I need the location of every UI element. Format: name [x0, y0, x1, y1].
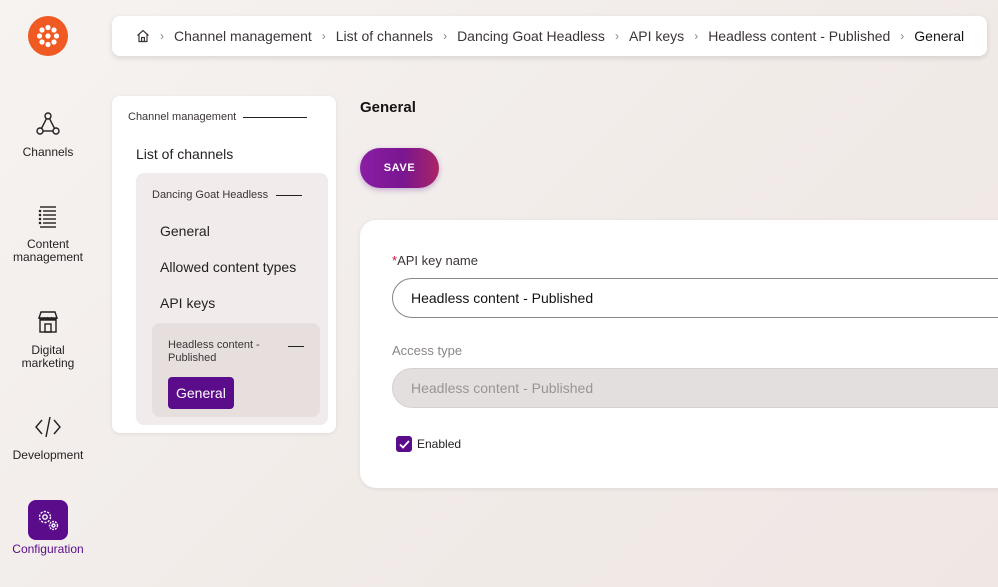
home-icon[interactable] [136, 29, 150, 43]
nav-item-label: Digital marketing [21, 343, 75, 370]
save-button[interactable]: SAVE [360, 148, 439, 188]
tree-item-general-selected[interactable]: General [168, 377, 234, 409]
chevron-right-icon: › [160, 29, 164, 43]
tree-group-api-key: Headless content - Published General [152, 323, 320, 417]
tree-item-general[interactable]: General [160, 223, 210, 239]
chevron-right-icon: › [900, 29, 905, 43]
breadcrumb-item-channel[interactable]: Dancing Goat Headless [457, 28, 605, 44]
breadcrumb: › Channel management › List of channels … [112, 16, 987, 56]
breadcrumb-item-channel-management[interactable]: Channel management [174, 28, 312, 44]
divider [243, 116, 308, 118]
chevron-right-icon: › [614, 29, 619, 43]
navigation-tree: Channel management List of channels Danc… [112, 96, 336, 433]
breadcrumb-item-api-keys[interactable]: API keys [629, 28, 684, 44]
cogwheels-icon [28, 500, 68, 540]
checkmark-icon[interactable] [396, 436, 412, 452]
tree-group-heading: Dancing Goat Headless [152, 189, 303, 201]
content-list-icon [34, 202, 62, 230]
api-key-name-label: *API key name [392, 253, 478, 268]
tree-heading-label: Channel management [128, 111, 237, 123]
nav-item-digital-marketing[interactable]: Digital marketing [0, 308, 96, 370]
tree-group-channel: Dancing Goat Headless General Allowed co… [136, 173, 328, 425]
enabled-label: Enabled [417, 437, 462, 451]
main-navigation-rail: Channels Content management Digital mark… [0, 0, 96, 587]
chevron-right-icon: › [694, 29, 699, 43]
nav-item-label: Development [12, 448, 84, 462]
tree-subgroup-heading: Headless content - Published [168, 339, 260, 364]
tree-section-heading: Channel management [128, 111, 308, 123]
access-type-field [392, 368, 998, 408]
breadcrumb-item-current: General [914, 28, 965, 44]
tree-item-list-of-channels[interactable]: List of channels [136, 146, 233, 162]
storefront-icon [34, 308, 62, 336]
breadcrumb-item-list-of-channels[interactable]: List of channels [336, 28, 433, 44]
enabled-checkbox[interactable]: Enabled [396, 436, 461, 452]
page-title: General [360, 99, 416, 116]
tree-item-api-keys[interactable]: API keys [160, 295, 215, 311]
kentico-logo-icon[interactable] [28, 16, 68, 56]
tree-item-allowed-content-types[interactable]: Allowed content types [160, 259, 296, 275]
nav-item-configuration[interactable]: Configuration [0, 500, 96, 556]
nav-item-label: Channels [22, 145, 74, 159]
nav-item-channels[interactable]: Channels [0, 110, 96, 159]
api-key-name-label-text: API key name [397, 253, 478, 268]
tree-group-heading-label: Dancing Goat Headless [152, 189, 269, 201]
channels-icon [34, 110, 62, 138]
nav-item-development[interactable]: Development [0, 413, 96, 462]
nav-item-label: Configuration [12, 542, 84, 556]
chevron-right-icon: › [321, 29, 326, 43]
access-type-label: Access type [392, 343, 463, 358]
breadcrumb-item-api-key[interactable]: Headless content - Published [708, 28, 890, 44]
divider [276, 194, 303, 196]
nav-item-label: Content management [12, 237, 84, 264]
code-icon [34, 413, 62, 441]
divider [288, 346, 304, 347]
nav-item-content-management[interactable]: Content management [0, 202, 96, 264]
chevron-right-icon: › [443, 29, 448, 43]
api-key-name-input[interactable] [392, 278, 998, 318]
form-card: *API key name Access type Enabled [360, 220, 998, 488]
